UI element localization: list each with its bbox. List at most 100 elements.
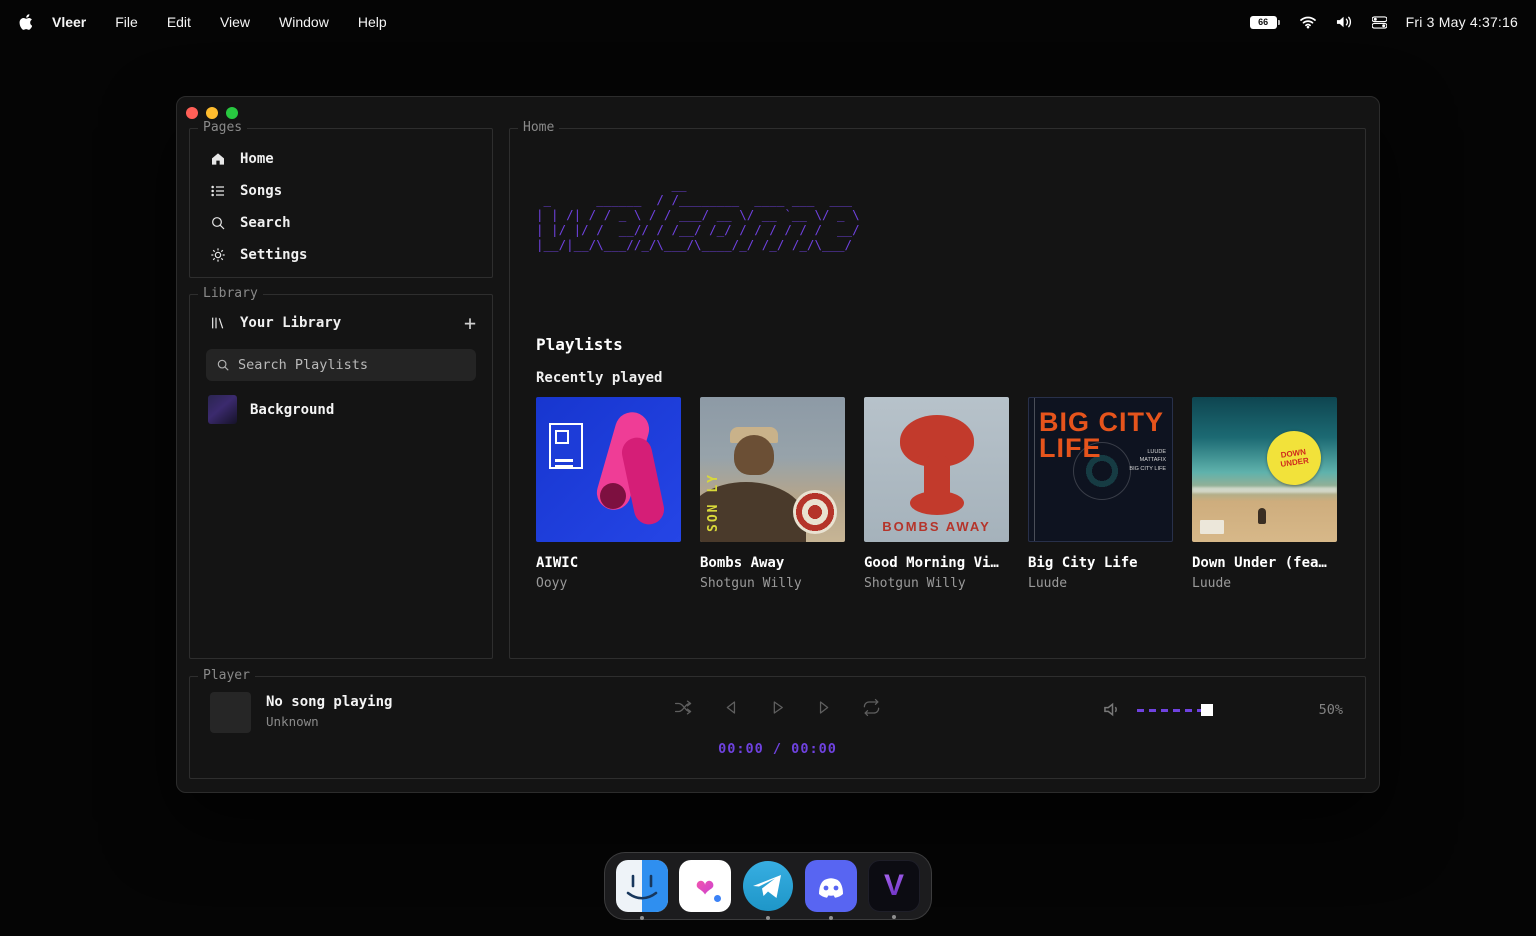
- shuffle-icon: [674, 698, 693, 717]
- volume-icon: [1104, 701, 1121, 718]
- welcome-ascii-art: __ _ ______ / /________ ____ ___ ___ | |…: [536, 177, 860, 252]
- control-center-icon[interactable]: [1372, 16, 1387, 29]
- pages-legend: Pages: [198, 120, 247, 135]
- playlist-name: Background: [250, 402, 334, 418]
- battery-indicator[interactable]: 66: [1250, 16, 1280, 29]
- menu-view[interactable]: View: [220, 14, 250, 30]
- discord-icon: [805, 860, 857, 912]
- traffic-lights: [186, 107, 238, 119]
- now-playing-title: No song playing: [266, 694, 392, 710]
- discord-dock-icon[interactable]: [805, 860, 857, 912]
- album-artist: Luude: [1192, 576, 1337, 591]
- menu-file[interactable]: File: [115, 14, 138, 30]
- dock: ❤ V: [604, 852, 932, 920]
- library-icon: [210, 315, 226, 331]
- player-panel: Player No song playing Unknown 00:00 / 0…: [189, 676, 1366, 779]
- playlist-item-background[interactable]: Background: [208, 395, 476, 424]
- minimize-button[interactable]: [206, 107, 218, 119]
- recently-played-heading: Recently played: [536, 370, 662, 386]
- album-art: [536, 397, 681, 542]
- now-playing-thumbnail: [210, 692, 251, 733]
- menu-window[interactable]: Window: [279, 14, 329, 30]
- album-card-big-city-life[interactable]: BIG CITY LIFE LUUDE MATTAFIX BIG CITY LI…: [1028, 397, 1173, 591]
- playlists-heading: Playlists: [536, 335, 623, 354]
- volume-area: 50%: [1104, 701, 1343, 718]
- search-icon: [210, 215, 226, 231]
- album-artist: Luude: [1028, 576, 1173, 591]
- shuffle-button[interactable]: [674, 697, 694, 717]
- album-card-bombs-away[interactable]: SON LY Bombs Away Shotgun Willy: [700, 397, 845, 591]
- sidebar-item-label: Home: [240, 151, 274, 167]
- next-icon: [815, 698, 834, 717]
- play-icon: [768, 698, 787, 717]
- menu-help[interactable]: Help: [358, 14, 387, 30]
- previous-button[interactable]: [721, 697, 741, 717]
- sidebar-item-settings[interactable]: Settings: [190, 239, 492, 271]
- player-legend: Player: [198, 668, 255, 683]
- sidebar-item-search[interactable]: Search: [190, 207, 492, 239]
- heart-icon: ❤: [696, 869, 714, 904]
- sidebar-item-label: Settings: [240, 247, 307, 263]
- playlist-search-box[interactable]: [206, 349, 476, 381]
- album-artist: Shotgun Willy: [864, 576, 1009, 591]
- album-title: Big City Life: [1028, 555, 1173, 571]
- vleer-window: Pages Home Songs Search Settings Library: [176, 96, 1380, 793]
- gear-icon: [210, 247, 226, 263]
- songs-list-icon: [210, 183, 226, 199]
- close-button[interactable]: [186, 107, 198, 119]
- volume-percent: 50%: [1319, 702, 1343, 718]
- playlist-thumbnail: [208, 395, 237, 424]
- finder-dock-icon[interactable]: [616, 860, 668, 912]
- active-app-name[interactable]: Vleer: [52, 14, 86, 30]
- menubar-clock[interactable]: Fri 3 May 4:37:16: [1406, 14, 1518, 30]
- add-playlist-button[interactable]: +: [464, 313, 476, 333]
- library-legend: Library: [198, 286, 263, 301]
- album-title: AIWIC: [536, 555, 681, 571]
- menubar: Vleer File Edit View Window Help 66 Fri …: [0, 0, 1536, 44]
- album-artist: Shotgun Willy: [700, 576, 845, 591]
- home-panel: Home __ _ ______ / /________ ____ ___ __…: [509, 128, 1366, 659]
- volume-slider[interactable]: [1137, 703, 1277, 717]
- apple-menu-icon[interactable]: [18, 13, 34, 31]
- repeat-button[interactable]: [862, 697, 882, 717]
- next-button[interactable]: [815, 697, 835, 717]
- vleer-logo: V: [884, 869, 904, 903]
- album-art: BOMBS AWAY: [864, 397, 1009, 542]
- sidebar-item-label: Songs: [240, 183, 282, 199]
- wifi-icon[interactable]: [1299, 15, 1317, 29]
- library-panel: Library Your Library + Background: [189, 294, 493, 659]
- album-artist: Ooyy: [536, 576, 681, 591]
- album-title: Bombs Away: [700, 555, 845, 571]
- pages-panel: Pages Home Songs Search Settings: [189, 128, 493, 278]
- sidebar-item-home[interactable]: Home: [190, 143, 492, 175]
- playback-controls: [674, 697, 882, 717]
- previous-icon: [721, 698, 740, 717]
- vleer-dock-icon[interactable]: V: [868, 860, 920, 912]
- now-playing-artist: Unknown: [266, 714, 319, 729]
- time-display: 00:00 / 00:00: [718, 741, 837, 757]
- album-card-good-morning[interactable]: BOMBS AWAY Good Morning Vi… Shotgun Will…: [864, 397, 1009, 591]
- album-art: BIG CITY LIFE LUUDE MATTAFIX BIG CITY LI…: [1028, 397, 1173, 542]
- zoom-button[interactable]: [226, 107, 238, 119]
- home-legend: Home: [518, 120, 559, 135]
- sound-icon[interactable]: [1336, 15, 1353, 29]
- battery-percent: 66: [1258, 17, 1268, 27]
- search-icon: [216, 358, 230, 372]
- playlist-search-input[interactable]: [238, 357, 466, 373]
- finder-icon: [616, 860, 668, 912]
- telegram-icon: [742, 860, 794, 912]
- your-library-label: Your Library: [240, 315, 341, 331]
- album-card-aiwic[interactable]: AIWIC Ooyy: [536, 397, 681, 591]
- repeat-icon: [862, 698, 881, 717]
- media-app-dock-icon[interactable]: ❤: [679, 860, 731, 912]
- menu-edit[interactable]: Edit: [167, 14, 191, 30]
- recently-played-grid: AIWIC Ooyy SON LY Bombs Away Shotgun Wil…: [536, 397, 1337, 591]
- album-art: SON LY: [700, 397, 845, 542]
- album-card-down-under[interactable]: DOWN UNDER Down Under (fea… Luude: [1192, 397, 1337, 591]
- volume-handle[interactable]: [1201, 704, 1213, 716]
- play-button[interactable]: [768, 697, 788, 717]
- your-library-row[interactable]: Your Library +: [210, 307, 476, 339]
- volume-fill: [1137, 709, 1207, 712]
- sidebar-item-songs[interactable]: Songs: [190, 175, 492, 207]
- telegram-dock-icon[interactable]: [742, 860, 794, 912]
